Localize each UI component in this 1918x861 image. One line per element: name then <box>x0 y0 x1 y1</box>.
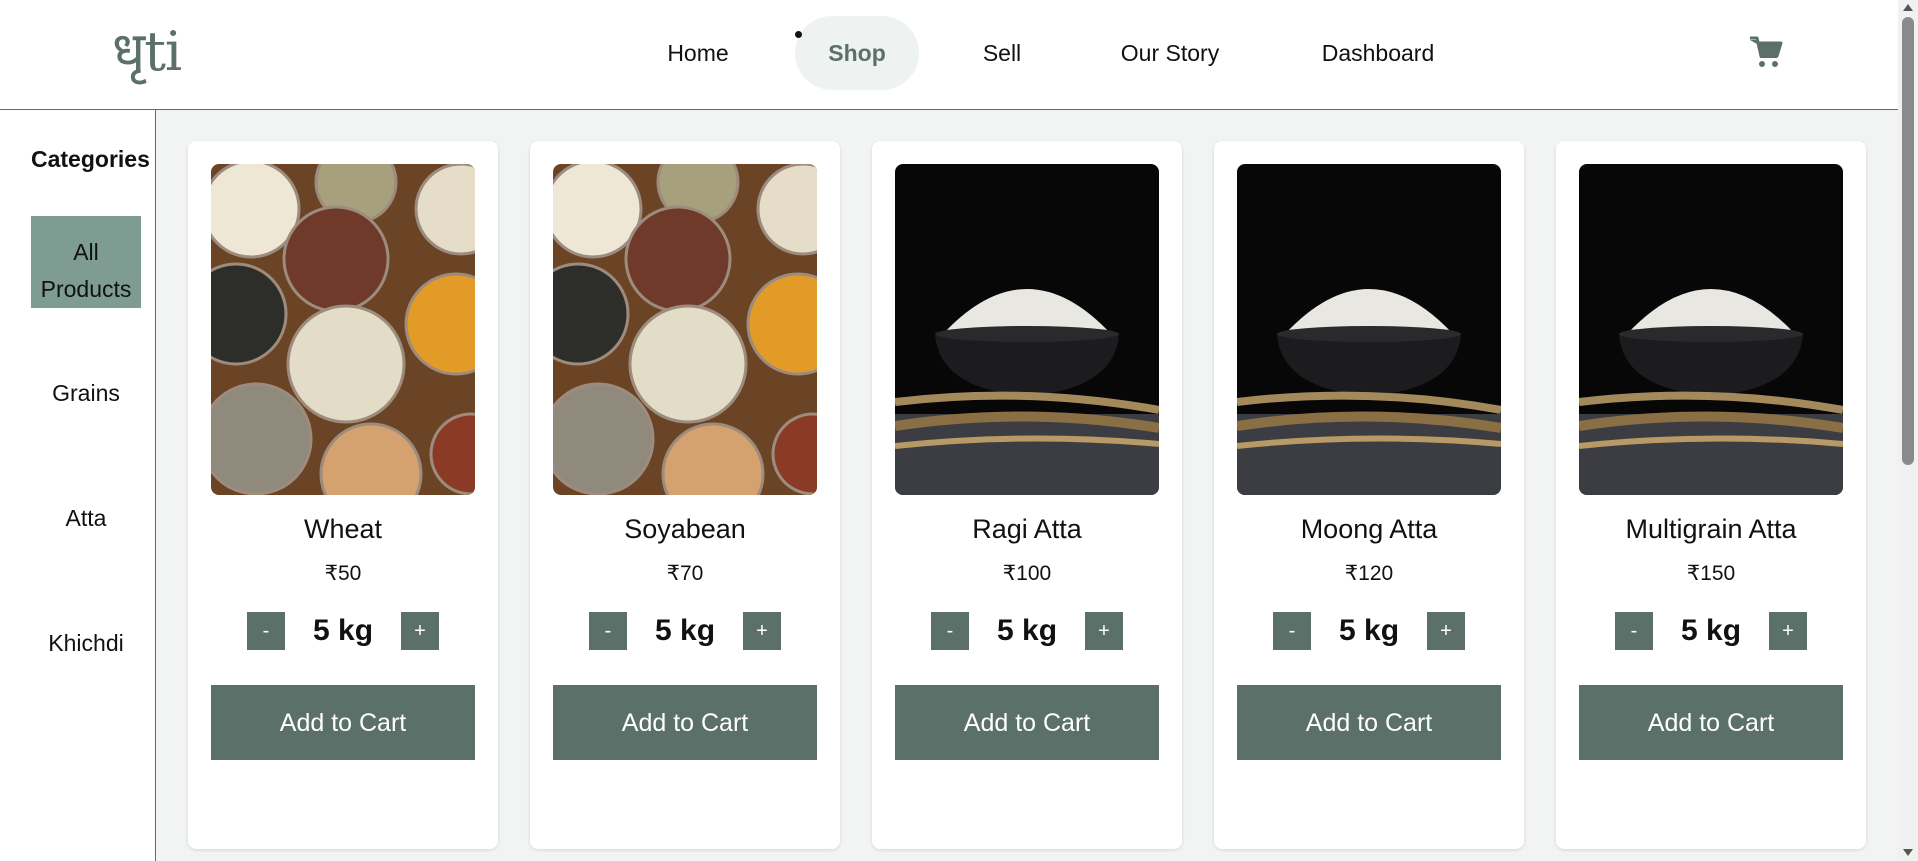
category-grains[interactable]: Grains <box>31 375 141 412</box>
product-image[interactable] <box>553 164 817 495</box>
quantity-value: 5 kg <box>1680 614 1742 647</box>
active-indicator-dot <box>795 31 802 38</box>
nav-home[interactable]: Home <box>650 16 746 90</box>
product-card: Ragi Atta ₹100 - 5 kg + Add to Cart <box>872 141 1182 849</box>
product-name: Wheat <box>303 514 383 544</box>
product-name: Soyabean <box>624 514 746 544</box>
categories-heading: Categories <box>31 146 150 172</box>
quantity-value: 5 kg <box>654 614 716 647</box>
scroll-up-arrow-icon[interactable] <box>1903 4 1913 11</box>
nav-dashboard[interactable]: Dashboard <box>1308 16 1448 90</box>
add-to-cart-button[interactable]: Add to Cart <box>1237 685 1501 760</box>
category-sidebar: Categories All Products Grains Atta Khic… <box>0 110 156 861</box>
decrease-qty-button[interactable]: - <box>1615 612 1653 650</box>
site-header: धृti Home Shop Sell Our Story Dashboard <box>0 0 1898 110</box>
nav-shop[interactable]: Shop <box>795 16 919 90</box>
increase-qty-button[interactable]: + <box>1427 612 1465 650</box>
product-name: Multigrain Atta <box>1625 514 1797 544</box>
scroll-down-arrow-icon[interactable] <box>1903 849 1913 856</box>
product-image[interactable] <box>1237 164 1501 495</box>
category-khichdi[interactable]: Khichdi <box>31 625 141 662</box>
quantity-stepper: - 5 kg + <box>1556 612 1866 650</box>
add-to-cart-button[interactable]: Add to Cart <box>211 685 475 760</box>
product-name: Ragi Atta <box>972 514 1082 544</box>
product-price: ₹70 <box>666 562 704 585</box>
nav-sell[interactable]: Sell <box>966 16 1038 90</box>
product-price: ₹100 <box>1002 562 1052 585</box>
product-grid: Wheat ₹50 - 5 kg + Add to Cart Soyabean … <box>156 110 1898 861</box>
product-price: ₹150 <box>1686 562 1736 585</box>
increase-qty-button[interactable]: + <box>743 612 781 650</box>
decrease-qty-button[interactable]: - <box>247 612 285 650</box>
product-image[interactable] <box>211 164 475 495</box>
add-to-cart-button[interactable]: Add to Cart <box>1579 685 1843 760</box>
product-image[interactable] <box>895 164 1159 495</box>
add-to-cart-button[interactable]: Add to Cart <box>895 685 1159 760</box>
add-to-cart-button[interactable]: Add to Cart <box>553 685 817 760</box>
scrollbar-thumb[interactable] <box>1902 17 1914 465</box>
quantity-stepper: - 5 kg + <box>872 612 1182 650</box>
category-atta[interactable]: Atta <box>31 500 141 537</box>
product-price: ₹50 <box>324 562 362 585</box>
quantity-value: 5 kg <box>1338 614 1400 647</box>
increase-qty-button[interactable]: + <box>1769 612 1807 650</box>
decrease-qty-button[interactable]: - <box>931 612 969 650</box>
product-card: Wheat ₹50 - 5 kg + Add to Cart <box>188 141 498 849</box>
increase-qty-button[interactable]: + <box>1085 612 1123 650</box>
quantity-stepper: - 5 kg + <box>530 612 840 650</box>
product-card: Soyabean ₹70 - 5 kg + Add to Cart <box>530 141 840 849</box>
product-name: Moong Atta <box>1300 514 1438 544</box>
nav-our-story[interactable]: Our Story <box>1108 16 1232 90</box>
product-card: Multigrain Atta ₹150 - 5 kg + Add to Car… <box>1556 141 1866 849</box>
product-card: Moong Atta ₹120 - 5 kg + Add to Cart <box>1214 141 1524 849</box>
product-price: ₹120 <box>1344 562 1394 585</box>
increase-qty-button[interactable]: + <box>401 612 439 650</box>
decrease-qty-button[interactable]: - <box>1273 612 1311 650</box>
decrease-qty-button[interactable]: - <box>589 612 627 650</box>
quantity-value: 5 kg <box>312 614 374 647</box>
category-all-products[interactable]: All Products <box>31 216 141 308</box>
main-nav: Home Shop Sell Our Story Dashboard <box>0 16 1898 90</box>
quantity-value: 5 kg <box>996 614 1058 647</box>
product-image[interactable] <box>1579 164 1843 495</box>
shopping-cart-icon[interactable] <box>1748 34 1784 70</box>
quantity-stepper: - 5 kg + <box>188 612 498 650</box>
quantity-stepper: - 5 kg + <box>1214 612 1524 650</box>
